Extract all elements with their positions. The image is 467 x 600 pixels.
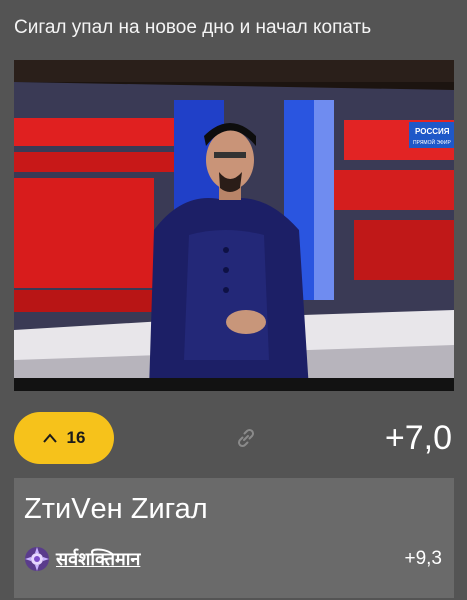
chevron-up-icon <box>42 433 57 443</box>
channel-badge-line2: ПРЯМОЙ ЭФИР <box>413 138 451 146</box>
top-comment: ZтиVен Zигал सर्वशक्तिमान +9,3 <box>14 478 454 598</box>
upvote-count: 16 <box>66 428 86 447</box>
link-icon[interactable] <box>234 426 258 450</box>
upvote-button[interactable]: 16 <box>14 412 114 464</box>
tv-scene-illustration: РОССИЯ ПРЯМОЙ ЭФИР <box>14 60 454 391</box>
post-image[interactable]: РОССИЯ ПРЯМОЙ ЭФИР <box>14 60 454 391</box>
comment-score: +9,3 <box>404 548 442 569</box>
avatar-icon <box>25 547 49 571</box>
channel-badge-line1: РОССИЯ <box>415 127 450 136</box>
author-name[interactable]: सर्वशक्तिमान <box>56 547 140 571</box>
comment-author[interactable]: सर्वशक्तिमान <box>24 546 140 572</box>
post-score: +7,0 <box>384 419 452 457</box>
vote-bar: 16 +7,0 <box>14 412 454 464</box>
comment-text: ZтиVен Zигал <box>24 493 208 525</box>
post-title: Сигал упал на новое дно и начал копать <box>14 17 372 38</box>
